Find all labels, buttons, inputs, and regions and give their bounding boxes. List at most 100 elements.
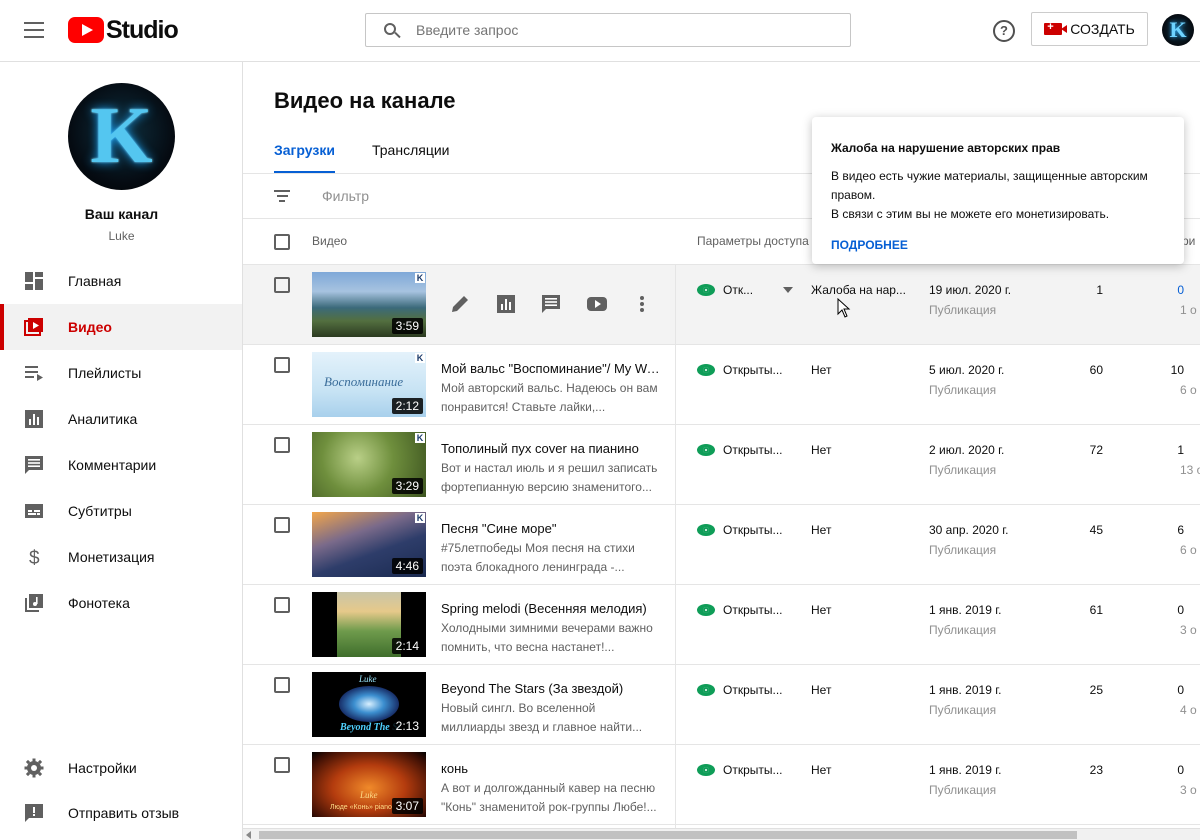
page-title: Видео на канале bbox=[274, 88, 456, 113]
video-date-type: Публикация bbox=[929, 703, 997, 717]
table-row[interactable]: K 3:29 Тополиный пух cover на пианино Во… bbox=[243, 425, 1200, 505]
visibility-dropdown[interactable]: Открыты... bbox=[697, 763, 783, 777]
restriction-status: Нет bbox=[811, 683, 832, 697]
subtitles-icon bbox=[25, 504, 43, 518]
column-header-video[interactable]: Видео bbox=[312, 234, 347, 248]
row-checkbox[interactable] bbox=[274, 277, 290, 293]
table-row[interactable]: 2:14 Spring melodi (Весенняя мелодия) Хо… bbox=[243, 585, 1200, 665]
visibility-text: Открыты... bbox=[723, 363, 783, 377]
video-duration: 2:12 bbox=[391, 398, 423, 414]
scrollbar-thumb[interactable] bbox=[259, 831, 1077, 839]
select-all-checkbox[interactable] bbox=[274, 234, 290, 250]
filter-input[interactable]: Фильтр bbox=[322, 188, 369, 204]
channel-subtitle: Luke bbox=[108, 229, 135, 243]
table-row[interactable]: Luke Beyond The St 2:13 Beyond The Stars… bbox=[243, 665, 1200, 745]
youtube-play-icon[interactable] bbox=[587, 294, 607, 314]
tab-live[interactable]: Трансляции bbox=[372, 142, 449, 172]
video-title[interactable]: Песня "Сине море" bbox=[441, 521, 663, 536]
sidebar-item-settings[interactable]: Настройки bbox=[0, 745, 242, 791]
logo-text: Studio bbox=[106, 15, 179, 44]
sidebar-item-analytics[interactable]: Аналитика bbox=[0, 396, 242, 442]
video-likes: 3 о bbox=[1180, 623, 1197, 637]
help-icon[interactable]: ? bbox=[993, 20, 1015, 42]
sidebar-item-monetization[interactable]: $ Монетизация bbox=[0, 534, 242, 580]
top-bar: Studio ? СОЗДАТЬ K bbox=[0, 0, 1200, 62]
menu-icon[interactable] bbox=[24, 22, 44, 38]
sidebar-item-playlists[interactable]: Плейлисты bbox=[0, 350, 242, 396]
tab-uploads[interactable]: Загрузки bbox=[274, 142, 335, 174]
video-thumbnail[interactable]: Luke Beyond The St 2:13 bbox=[312, 672, 426, 737]
video-views: 45 bbox=[1089, 523, 1103, 537]
youtube-studio-logo[interactable]: Studio bbox=[68, 15, 179, 44]
table-row[interactable]: K 4:46 Песня "Сине море" #75летпобеды Мо… bbox=[243, 505, 1200, 585]
visibility-dropdown[interactable]: Открыты... bbox=[697, 363, 783, 377]
table-row[interactable]: Luke Люде «Конь» piano 3:07 конь А вот и… bbox=[243, 745, 1200, 825]
row-checkbox[interactable] bbox=[274, 517, 290, 533]
row-checkbox[interactable] bbox=[274, 677, 290, 693]
analytics-icon bbox=[25, 410, 43, 428]
video-title[interactable]: Spring melodi (Весенняя мелодия) bbox=[441, 601, 663, 616]
row-checkbox[interactable] bbox=[274, 437, 290, 453]
row-checkbox[interactable] bbox=[274, 597, 290, 613]
learn-more-link[interactable]: ПОДРОБНЕЕ bbox=[831, 238, 908, 252]
visibility-eye-icon bbox=[697, 684, 715, 696]
create-button[interactable]: СОЗДАТЬ bbox=[1031, 12, 1148, 46]
visibility-eye-icon bbox=[697, 764, 715, 776]
video-thumbnail[interactable]: K Воспоминание 2:12 bbox=[312, 352, 426, 417]
sidebar-item-label: Аналитика bbox=[68, 411, 138, 427]
restriction-status[interactable]: Жалоба на нар... bbox=[811, 283, 906, 297]
video-likes: 1 о bbox=[1180, 303, 1197, 317]
visibility-dropdown[interactable]: Открыты... bbox=[697, 523, 783, 537]
sidebar-item-feedback[interactable]: Отправить отзыв bbox=[0, 790, 242, 836]
video-thumbnail[interactable]: K 3:29 bbox=[312, 432, 426, 497]
sidebar-item-label: Плейлисты bbox=[68, 365, 142, 381]
video-comments[interactable]: 0 bbox=[1164, 283, 1184, 297]
thumbnail-image bbox=[339, 686, 399, 722]
sidebar-item-videos[interactable]: Видео bbox=[0, 304, 242, 350]
video-title[interactable]: Beyond The Stars (За звездой) bbox=[441, 681, 663, 696]
horizontal-scrollbar[interactable] bbox=[243, 828, 1200, 840]
visibility-dropdown[interactable]: Открыты... bbox=[697, 603, 783, 617]
video-date-type: Публикация bbox=[929, 303, 997, 317]
channel-watermark: K bbox=[415, 273, 425, 283]
channel-avatar[interactable]: K bbox=[68, 83, 175, 190]
column-header-extra[interactable]: ри bbox=[1182, 234, 1195, 248]
video-thumbnail[interactable]: 2:14 bbox=[312, 592, 426, 657]
sidebar-item-dashboard[interactable]: Главная bbox=[0, 258, 242, 304]
search-input[interactable] bbox=[416, 22, 816, 38]
video-views: 60 bbox=[1089, 363, 1103, 377]
video-likes: 6 о bbox=[1180, 383, 1197, 397]
table-row[interactable]: K 3:59 Отк... Жалоба на нар... 19 июл. 2… bbox=[243, 265, 1200, 345]
visibility-dropdown[interactable]: Отк... bbox=[697, 283, 794, 297]
sidebar: K Ваш канал Luke Главная Видео Плейлисты… bbox=[0, 62, 243, 840]
video-comments: 0 bbox=[1177, 683, 1184, 697]
video-thumbnail[interactable]: K 3:59 bbox=[312, 272, 426, 337]
analytics-icon[interactable] bbox=[496, 294, 516, 314]
popover-text: В видео есть чужие материалы, защищенные… bbox=[831, 169, 1148, 183]
search-box[interactable] bbox=[365, 13, 851, 47]
video-title[interactable]: конь bbox=[441, 761, 663, 776]
scroll-left-arrow-icon[interactable] bbox=[246, 831, 251, 839]
row-checkbox[interactable] bbox=[274, 757, 290, 773]
account-avatar[interactable]: K bbox=[1162, 14, 1194, 46]
video-thumbnail[interactable]: K 4:46 bbox=[312, 512, 426, 577]
row-checkbox[interactable] bbox=[274, 357, 290, 373]
edit-icon[interactable] bbox=[450, 294, 470, 314]
sidebar-item-audio-library[interactable]: Фонотека bbox=[0, 580, 242, 626]
popover-text: правом. bbox=[831, 188, 876, 202]
sidebar-item-subtitles[interactable]: Субтитры bbox=[0, 488, 242, 534]
table-row[interactable]: K Воспоминание 2:12 Мой вальс "Воспомина… bbox=[243, 345, 1200, 425]
sidebar-item-comments[interactable]: Комментарии bbox=[0, 442, 242, 488]
visibility-dropdown[interactable]: Открыты... bbox=[697, 683, 783, 697]
column-header-visibility[interactable]: Параметры доступа bbox=[697, 234, 809, 248]
filter-icon[interactable] bbox=[274, 190, 290, 202]
popover-text: В связи с этим вы не можете его монетизи… bbox=[831, 207, 1110, 221]
visibility-dropdown[interactable]: Открыты... bbox=[697, 443, 783, 457]
more-options-icon[interactable] bbox=[632, 294, 652, 314]
thumbnail-caption: Luke bbox=[359, 674, 377, 684]
video-thumbnail[interactable]: Luke Люде «Конь» piano 3:07 bbox=[312, 752, 426, 817]
video-title[interactable]: Мой вальс "Воспоминание"/ My Wal... bbox=[441, 361, 663, 376]
channel-watermark: K bbox=[415, 433, 425, 443]
video-title[interactable]: Тополиный пух cover на пианино bbox=[441, 441, 663, 456]
comments-icon[interactable] bbox=[541, 294, 561, 314]
